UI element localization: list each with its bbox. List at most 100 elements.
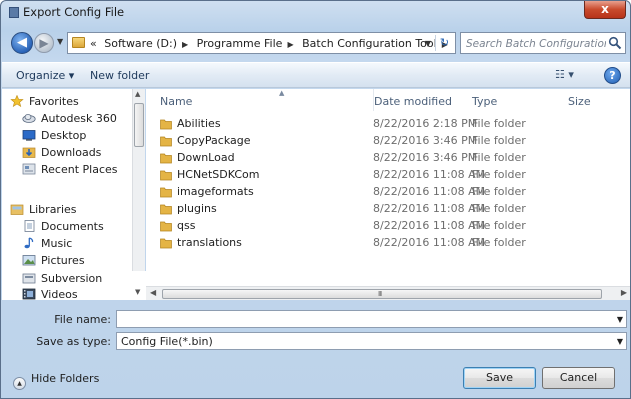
scroll-down-icon[interactable]: ▼ (135, 288, 140, 296)
forward-button[interactable]: ▶ (34, 33, 54, 53)
file-type: File folder (472, 168, 526, 181)
file-type: File folder (472, 134, 526, 147)
file-name-chevron-down-icon[interactable]: ▼ (617, 315, 623, 324)
address-history-chevron-down-icon[interactable]: ▼ (425, 39, 431, 48)
scrollbar-thumb[interactable]: III (162, 289, 602, 299)
search-box[interactable] (460, 32, 626, 54)
file-name: plugins (177, 202, 217, 215)
address-row: ◀ ▶ ▼ « Software (D:) ▶ Programme File ▶ B… (1, 31, 630, 55)
folder-icon (160, 153, 172, 164)
file-name: translations (177, 236, 242, 249)
folder-icon (160, 204, 172, 215)
nav-item-music[interactable]: Music (22, 237, 72, 253)
file-date: 8/22/2016 3:46 PM (373, 151, 478, 164)
nav-favorites[interactable]: Favorites (10, 95, 79, 111)
help-icon[interactable]: ? (604, 67, 621, 84)
star-icon (10, 95, 24, 107)
file-type: File folder (472, 151, 526, 164)
folder-icon (160, 238, 172, 249)
file-name: Abilities (177, 117, 221, 130)
pictures-icon (22, 255, 36, 266)
breadcrumb-separator-icon[interactable]: ▶ (182, 40, 188, 49)
documents-icon (24, 220, 35, 232)
column-header-size[interactable]: Size (568, 89, 591, 111)
refresh-icon[interactable]: ↻ (435, 35, 453, 51)
address-bar[interactable]: « Software (D:) ▶ Programme File ▶ Batch C… (67, 32, 456, 54)
folder-icon (160, 136, 172, 147)
subversion-library-icon (22, 273, 36, 284)
scroll-left-icon[interactable]: ◀ (150, 288, 156, 297)
desktop-icon (22, 130, 36, 141)
save-as-type-select[interactable]: Config File(*.bin) ▼ (116, 332, 627, 350)
table-row[interactable]: plugins 8/22/2016 11:08 AM File folder (146, 200, 616, 217)
nav-item-recent-places[interactable]: Recent Places (22, 163, 118, 179)
scroll-up-icon[interactable]: ▲ (135, 90, 140, 98)
breadcrumb-separator-icon[interactable]: ▶ (287, 40, 293, 49)
table-row[interactable]: translations 8/22/2016 11:08 AM File fol… (146, 234, 616, 251)
file-name-input[interactable] (121, 312, 601, 326)
navigation-scrollbar[interactable]: ▲ (132, 89, 145, 271)
folder-icon (160, 187, 172, 198)
table-row[interactable]: DownLoad 8/22/2016 3:46 PM File folder (146, 149, 616, 166)
file-name: qss (177, 219, 196, 232)
file-type: File folder (472, 219, 526, 232)
title-bar[interactable]: Export Config File x (1, 1, 630, 25)
file-name: DownLoad (177, 151, 235, 164)
table-row[interactable]: imageformats 8/22/2016 11:08 AM File fol… (146, 183, 616, 200)
nav-item-label: Autodesk 360 (41, 112, 117, 125)
cancel-button[interactable]: Cancel (542, 367, 615, 389)
nav-item-subversion[interactable]: Subversion (22, 272, 102, 288)
file-date: 8/22/2016 11:08 AM (373, 202, 486, 215)
file-name-field[interactable]: ▼ (116, 310, 627, 328)
table-row[interactable]: Abilities 8/22/2016 2:18 PM File folder (146, 115, 616, 132)
scrollbar-thumb[interactable] (134, 103, 144, 147)
change-view-button[interactable]: ☷ ▾ (555, 68, 574, 81)
videos-icon (22, 288, 36, 300)
folder-icon (160, 221, 172, 232)
file-date: 8/22/2016 11:08 AM (373, 236, 486, 249)
recent-pages-chevron-down-icon[interactable]: ▼ (57, 37, 63, 46)
nav-item-documents[interactable]: Documents (22, 220, 104, 236)
file-name-label: File name: (54, 313, 111, 326)
close-button[interactable]: x (584, 1, 626, 19)
downloads-folder-icon (22, 147, 36, 158)
nav-item-label: Documents (41, 220, 104, 233)
breadcrumb-programme-file[interactable]: Programme File (197, 37, 283, 50)
nav-item-autodesk-360[interactable]: Autodesk 360 (22, 112, 117, 128)
new-folder-button[interactable]: New folder (90, 69, 149, 82)
folder-icon (160, 170, 172, 181)
breadcrumb: « Software (D:) ▶ Programme File ▶ Batch C… (90, 37, 453, 50)
save-as-type-chevron-down-icon[interactable]: ▼ (617, 337, 623, 346)
scroll-right-icon[interactable]: ▶ (621, 288, 627, 297)
cloud-icon (22, 114, 36, 123)
nav-item-label: Desktop (41, 129, 87, 142)
nav-item-desktop[interactable]: Desktop (22, 129, 86, 145)
table-row[interactable]: qss 8/22/2016 11:08 AM File folder (146, 217, 616, 234)
nav-libraries-label: Libraries (29, 203, 77, 216)
file-date: 8/22/2016 11:08 AM (373, 219, 486, 232)
nav-item-videos[interactable]: Videos (22, 288, 78, 304)
search-input[interactable] (466, 36, 606, 51)
file-type: File folder (472, 117, 526, 130)
file-type: File folder (472, 236, 526, 249)
nav-item-pictures[interactable]: Pictures (22, 254, 85, 270)
file-list: Name ▲ Date modified Type Size Abilities… (146, 89, 630, 286)
horizontal-scrollbar[interactable]: ◀ III ▶ (146, 286, 630, 300)
breadcrumb-overflow[interactable]: « (90, 37, 97, 50)
table-row[interactable]: HCNetSDKCom 8/22/2016 11:08 AM File fold… (146, 166, 616, 183)
nav-libraries[interactable]: Libraries (10, 203, 77, 219)
column-header-date-modified[interactable]: Date modified (373, 89, 452, 111)
column-header-type[interactable]: Type (472, 89, 497, 111)
hide-folders-button[interactable]: ▲ Hide Folders (13, 372, 99, 390)
nav-item-downloads[interactable]: Downloads (22, 146, 101, 162)
save-as-type-value: Config File(*.bin) (121, 335, 213, 348)
organize-button[interactable]: Organize ▾ (16, 69, 74, 82)
column-header-name[interactable]: Name (160, 89, 192, 111)
back-button[interactable]: ◀ (11, 32, 33, 54)
search-icon[interactable] (608, 36, 622, 50)
breadcrumb-batch-configuration-tool[interactable]: Batch Configuration Tool (302, 37, 437, 50)
table-row[interactable]: CopyPackage 8/22/2016 3:46 PM File folde… (146, 132, 616, 149)
recent-places-icon (22, 163, 36, 175)
save-button[interactable]: Save (463, 367, 536, 389)
breadcrumb-software-drive[interactable]: Software (D:) (104, 37, 177, 50)
